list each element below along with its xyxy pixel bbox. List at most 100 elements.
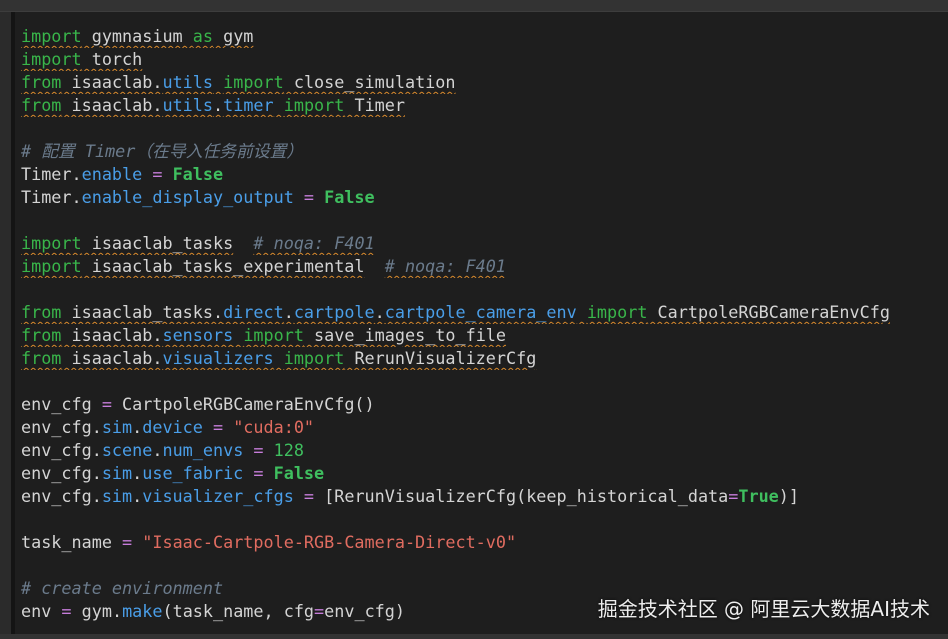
- code-line: # 配置 Timer（在导入任务前设置）: [21, 140, 946, 163]
- code-token: "Isaac-Cartpole-RGB-Camera-Direct-v0": [142, 532, 517, 552]
- code-token: scene: [101, 440, 153, 460]
- code-token: utils: [162, 72, 213, 92]
- code-line: import torch: [21, 48, 946, 71]
- code-token: from: [21, 348, 62, 368]
- code-token: Timer.: [21, 164, 82, 184]
- code-token: env: [21, 601, 52, 621]
- top-band: [0, 0, 948, 11]
- code-token: import: [21, 49, 82, 69]
- code-line: env_cfg.scene.num_envs = 128: [21, 439, 946, 462]
- code-token: .: [132, 463, 143, 483]
- code-editor[interactable]: import gymnasium as gym import torch from …: [11, 12, 948, 634]
- code-token: env_cfg): [324, 601, 405, 621]
- code-line: from isaaclab_tasks.direct.cartpole.cart…: [21, 301, 946, 324]
- code-token: import: [21, 256, 82, 276]
- code-token: close_simulation: [283, 72, 456, 92]
- code-token: isaaclab_tasks: [81, 233, 234, 253]
- code-token: .: [213, 95, 224, 115]
- code-token: .: [152, 440, 163, 460]
- code-line: ​: [21, 209, 946, 232]
- code-token: import: [586, 302, 648, 322]
- code-token: =: [314, 601, 325, 621]
- code-line: Timer.enable_display_output = False: [21, 186, 946, 209]
- code-line: import isaaclab_tasks # noqa: F401: [21, 232, 946, 255]
- code-line: import gymnasium as gym: [21, 25, 946, 48]
- code-line: env_cfg.sim.device = "cuda:0": [21, 416, 946, 439]
- code-token: False: [324, 187, 375, 207]
- code-token: import: [21, 26, 82, 46]
- code-token: CartpoleRGBCameraEnvCfg(): [111, 394, 375, 414]
- code-token: =: [61, 601, 72, 621]
- code-token: from: [21, 72, 62, 92]
- code-token: Timer.: [21, 187, 82, 207]
- code-token: =: [101, 394, 112, 414]
- code-line: ​: [21, 554, 946, 577]
- code-token: env_cfg.: [21, 463, 102, 483]
- code-token: direct: [223, 302, 284, 322]
- code-token: .: [132, 486, 143, 506]
- code-token: isaaclab_tasks_experimental: [81, 256, 365, 276]
- code-token: from: [21, 302, 62, 322]
- code-token: import: [283, 95, 345, 115]
- code-token: from: [21, 325, 62, 345]
- code-line: from isaaclab.utils import close_simulat…: [21, 71, 946, 94]
- code-token: =: [253, 440, 264, 460]
- code-token: import: [283, 348, 345, 368]
- code-token: Timer: [344, 95, 405, 115]
- code-token: env_cfg: [21, 394, 92, 414]
- code-content[interactable]: import gymnasium as gym import torch from …: [21, 25, 946, 623]
- code-token: num_envs: [162, 440, 244, 460]
- code-token: cartpole: [293, 302, 375, 322]
- code-token: # create environment: [21, 578, 224, 598]
- code-token: from: [21, 95, 62, 115]
- code-token: task_name: [21, 532, 112, 552]
- code-token: visualizers: [162, 348, 274, 368]
- code-token: =: [122, 532, 133, 552]
- code-token: import: [223, 72, 284, 92]
- code-token: as: [192, 26, 213, 46]
- code-token: import: [243, 325, 304, 345]
- code-token: =: [303, 486, 315, 506]
- code-line: from isaaclab.sensors import save_images…: [21, 324, 946, 347]
- code-token: # noqa: F401: [384, 256, 506, 276]
- code-token: make: [122, 601, 163, 621]
- code-token: False: [172, 164, 224, 184]
- code-token: device: [142, 417, 203, 437]
- code-token: (task_name, cfg: [162, 601, 315, 621]
- code-line: from isaaclab.utils.timer import Timer: [21, 94, 946, 117]
- code-token: isaaclab.: [61, 72, 163, 92]
- code-token: isaaclab.: [61, 325, 163, 345]
- code-token: enable_display_output: [81, 187, 294, 207]
- code-token: gym: [212, 26, 254, 46]
- code-token: =: [253, 463, 264, 483]
- code-token: # 配置 Timer（在导入任务前设置）: [21, 141, 304, 161]
- code-token: env_cfg.: [21, 486, 102, 506]
- code-token: sim: [101, 463, 133, 483]
- watermark: 掘金技术社区 @ 阿里云大数据AI技术: [597, 597, 930, 621]
- code-token: )]: [778, 486, 800, 506]
- code-token: gymnasium: [81, 26, 193, 46]
- code-token: visualizer_cfgs: [142, 486, 294, 506]
- code-token: 128: [273, 440, 304, 460]
- code-token: enable: [81, 164, 143, 184]
- editor-gutter: [11, 12, 15, 634]
- code-token: CartpoleRGBCameraEnvCfg: [647, 302, 890, 322]
- code-token: =: [728, 486, 739, 506]
- code-token: timer: [223, 95, 274, 115]
- code-line: env_cfg.sim.visualizer_cfgs = [RerunVisu…: [21, 485, 946, 508]
- bottom-band: [0, 634, 948, 639]
- code-token: env_cfg.: [21, 417, 102, 437]
- code-line: Timer.enable = False: [21, 163, 946, 186]
- code-token: =: [152, 164, 163, 184]
- code-line: env_cfg.sim.use_fabric = False: [21, 462, 946, 485]
- code-token: .: [374, 302, 385, 322]
